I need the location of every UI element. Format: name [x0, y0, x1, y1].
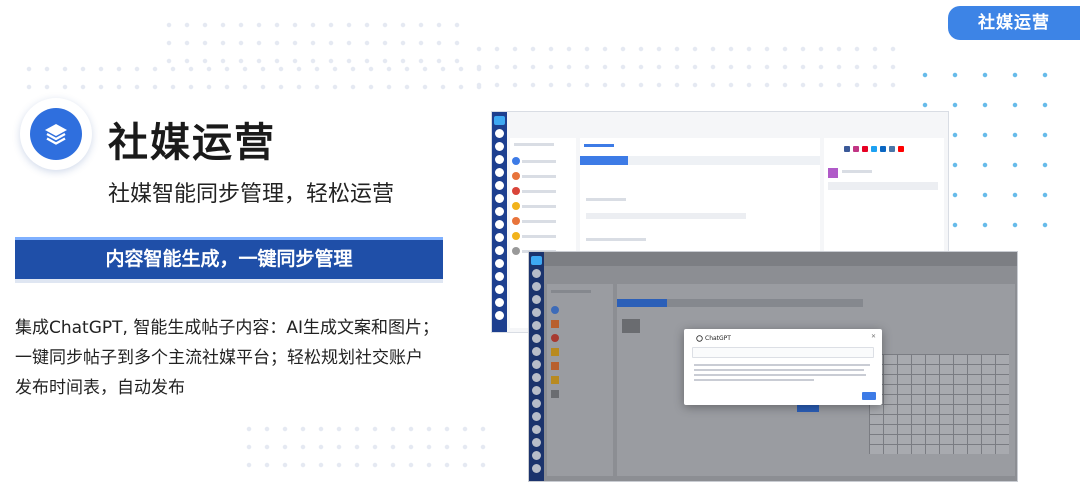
- page-subtitle: 社媒智能同步管理，轻松运营: [108, 182, 395, 207]
- nav-icon: [495, 298, 504, 307]
- chatgpt-icon: [696, 335, 703, 342]
- publish-button[interactable]: [797, 405, 819, 412]
- nav-icon: [495, 311, 504, 320]
- social-icons: [844, 146, 944, 152]
- nav-icon: [532, 295, 541, 304]
- nav-icon: [495, 155, 504, 164]
- nav-icon: [532, 425, 541, 434]
- nav-icon: [495, 259, 504, 268]
- nav-icon: [532, 399, 541, 408]
- nav-icon: [532, 321, 541, 330]
- image-thumbnail: [622, 319, 640, 333]
- app-topbar: [544, 252, 1017, 266]
- nav-icon: [495, 181, 504, 190]
- decorative-dot-grid: [20, 60, 490, 100]
- nav-icon: [495, 220, 504, 229]
- linkedin-icon: [880, 146, 886, 152]
- pinterest-icon: [862, 146, 868, 152]
- close-icon[interactable]: ✕: [871, 333, 876, 340]
- nav-icon: [532, 451, 541, 460]
- modal-title: ChatGPT: [696, 335, 731, 342]
- nav-icon: [532, 412, 541, 421]
- nav-icon: [495, 272, 504, 281]
- description-line: 发布时间表，自动发布: [15, 378, 185, 398]
- image-gallery: [869, 354, 1009, 454]
- nav-icon: [495, 194, 504, 203]
- nav-icon: [532, 373, 541, 382]
- feature-banner: 内容智能生成，一键同步管理: [15, 237, 443, 279]
- logo: [20, 98, 92, 170]
- nav-icon: [532, 282, 541, 291]
- description-line: 一键同步帖子到多个主流社媒平台；轻松规划社交账户: [15, 348, 423, 368]
- decorative-dot-grid: [240, 420, 490, 480]
- nav-icon: [532, 438, 541, 447]
- prompt-input[interactable]: [692, 347, 874, 358]
- feature-description: 集成ChatGPT, 智能生成帖子内容：AI生成文案和图片； 一键同步帖子到多个…: [15, 313, 475, 403]
- nav-icon: [495, 207, 504, 216]
- page-title: 社媒运营: [108, 120, 276, 166]
- account-list-panel: [547, 284, 613, 476]
- banner-shadow: [15, 279, 443, 283]
- post-preview-panel: [863, 284, 1015, 476]
- list-item: [512, 185, 574, 197]
- nav-icon: [495, 142, 504, 151]
- nav-icon: [532, 347, 541, 356]
- nav-icon: [532, 269, 541, 278]
- list-item: [512, 200, 574, 212]
- nav-icon: [495, 285, 504, 294]
- youtube-icon: [898, 146, 904, 152]
- nav-icon: [495, 233, 504, 242]
- list-item: [512, 215, 574, 227]
- nav-icon: [495, 129, 504, 138]
- list-item: [512, 230, 574, 242]
- app-sidebar-rail: [492, 112, 507, 332]
- nav-icon: [532, 386, 541, 395]
- nav-icon: [532, 464, 541, 473]
- twitter-icon: [871, 146, 877, 152]
- section-badge: 社媒运营: [948, 6, 1080, 40]
- nav-icon: [495, 168, 504, 177]
- instagram-icon: [853, 146, 859, 152]
- decorative-dot-grid: [470, 40, 900, 100]
- list-item: [512, 155, 574, 167]
- facebook-icon: [844, 146, 850, 152]
- app-logo-icon: [531, 256, 542, 265]
- nav-icon: [532, 308, 541, 317]
- list-item: [512, 170, 574, 182]
- nav-icon: [532, 360, 541, 369]
- chatgpt-modal: ChatGPT ✕: [684, 329, 882, 405]
- confirm-button[interactable]: [862, 392, 876, 400]
- nav-icon: [495, 246, 504, 255]
- app-logo-icon: [494, 116, 505, 125]
- app-sidebar-rail: [529, 252, 544, 481]
- layers-icon: [45, 124, 67, 145]
- nav-icon: [532, 334, 541, 343]
- description-line: 集成ChatGPT, 智能生成帖子内容：AI生成文案和图片；: [15, 318, 439, 338]
- vk-icon: [889, 146, 895, 152]
